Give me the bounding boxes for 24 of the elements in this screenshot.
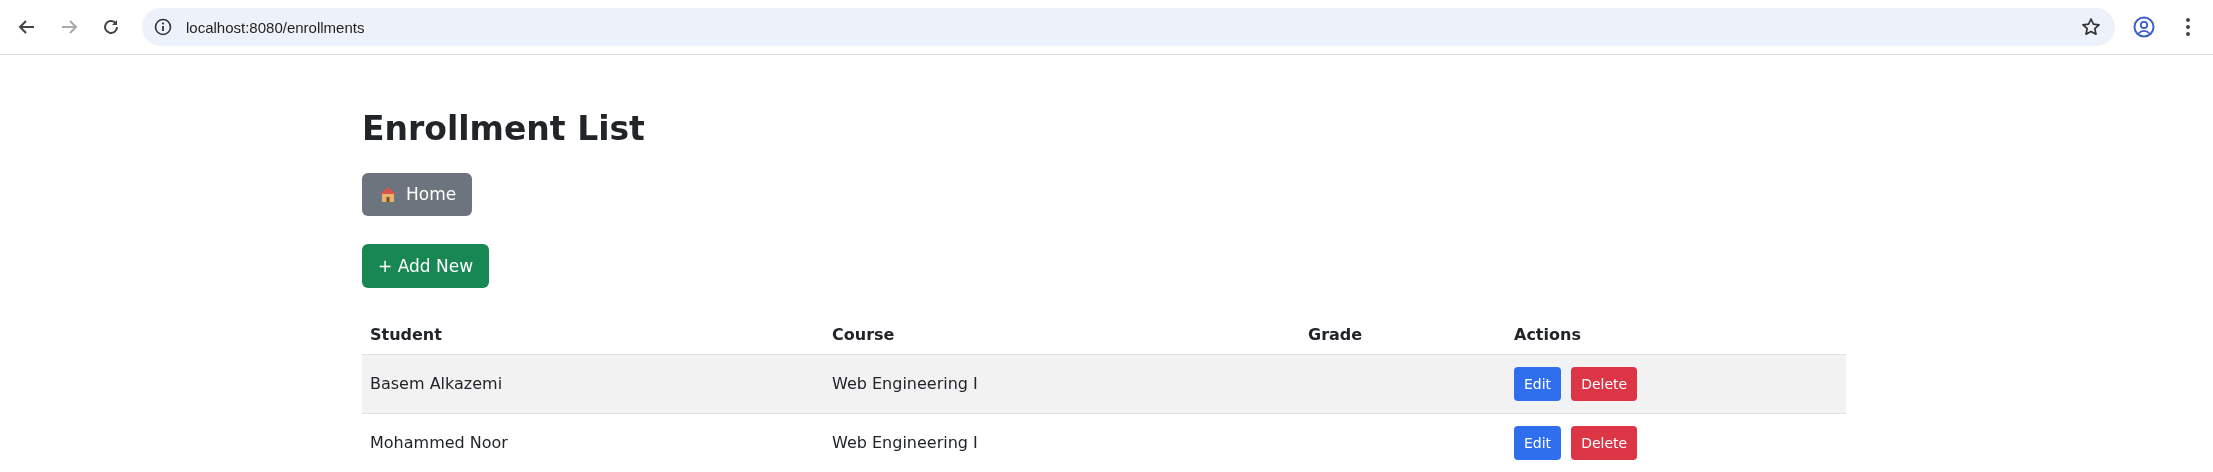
edit-button[interactable]: Edit [1514, 425, 1562, 460]
add-new-button[interactable]: + Add New [362, 243, 490, 288]
star-icon[interactable] [2081, 17, 2101, 37]
edit-button[interactable]: Edit [1514, 366, 1562, 401]
table-cell: Web Engineering I [832, 433, 978, 453]
house-icon [378, 184, 398, 205]
column-header: Student [370, 325, 442, 345]
reload-icon[interactable] [102, 18, 120, 36]
url-text: localhost:8080/enrollments [186, 18, 366, 36]
address-bar[interactable]: localhost:8080/enrollments [142, 8, 2115, 46]
page-title: Enrollment List [362, 108, 645, 150]
home-button[interactable]: Home [362, 172, 473, 216]
column-header: Course [832, 325, 895, 345]
table-cell: Web Engineering I [832, 374, 978, 394]
menu-icon[interactable] [2185, 17, 2191, 37]
table-cell: Mohammed Noor [370, 433, 508, 453]
delete-button[interactable]: Delete [1571, 366, 1638, 401]
table-cell: Basem Alkazemi [370, 374, 503, 394]
delete-button[interactable]: Delete [1571, 425, 1638, 460]
info-icon[interactable] [154, 18, 172, 36]
profile-icon[interactable] [2133, 16, 2155, 38]
back-icon[interactable] [18, 18, 36, 36]
column-header: Actions [1514, 325, 1581, 345]
column-header: Grade [1308, 325, 1363, 345]
